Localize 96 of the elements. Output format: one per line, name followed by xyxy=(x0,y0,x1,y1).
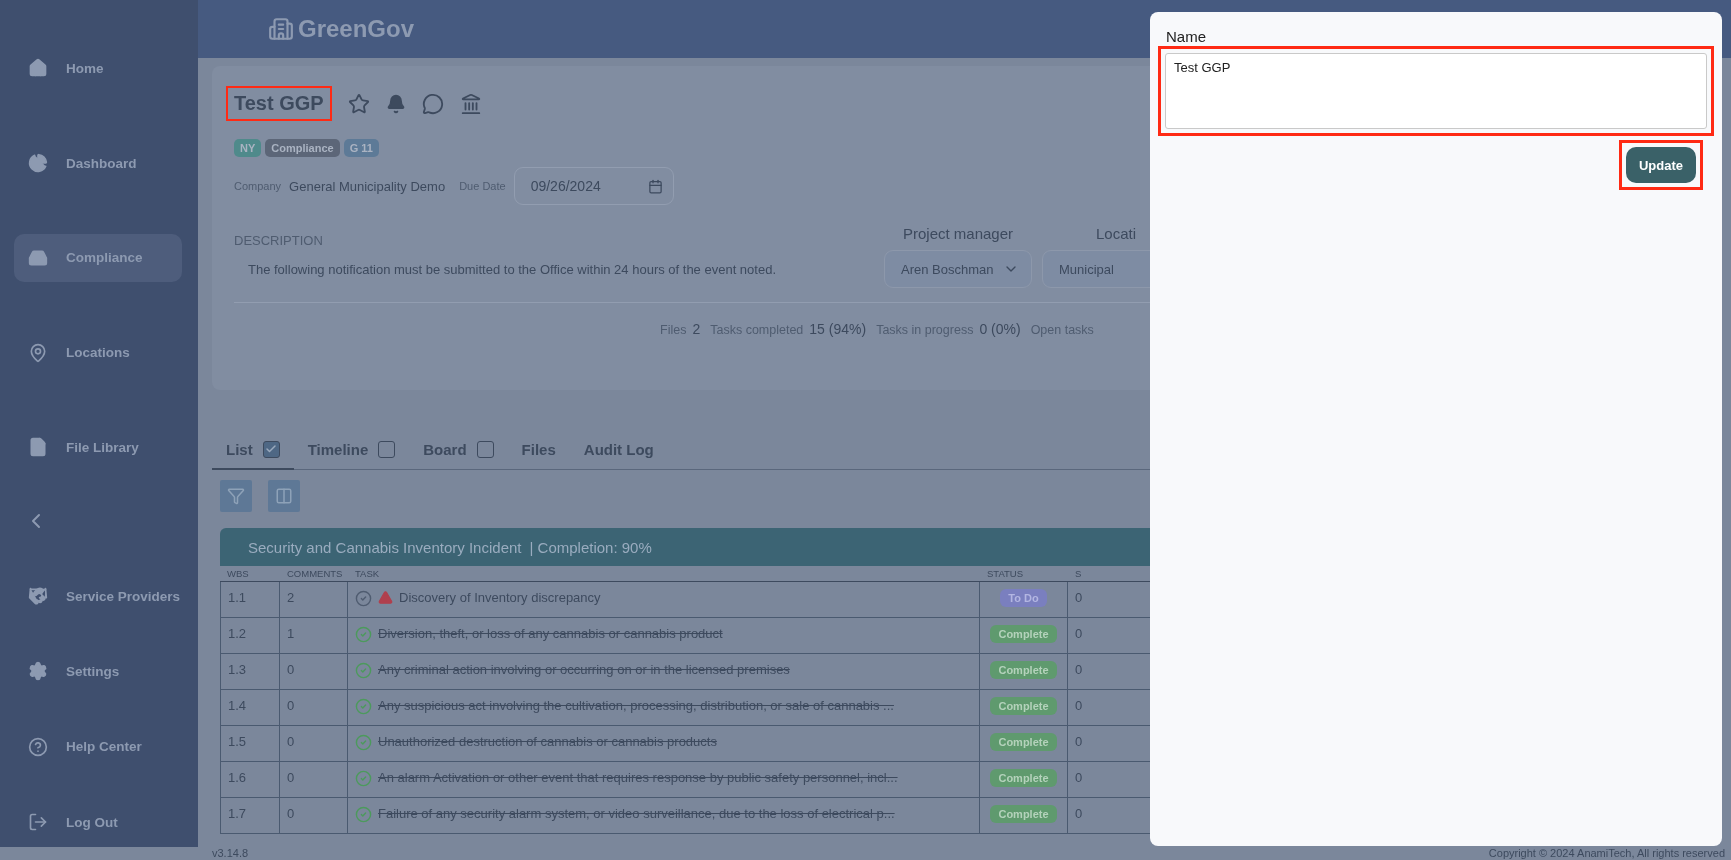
help-icon xyxy=(28,736,48,757)
table-cell: 1.4 xyxy=(220,690,280,725)
table-cell: 1.3 xyxy=(220,654,280,689)
task-text[interactable]: Diversion, theft, or loss of any cannabis or cannabis product xyxy=(378,626,723,641)
column-header: STATUS xyxy=(986,567,1025,581)
status-badge: Complete xyxy=(990,805,1057,823)
task-text[interactable]: Unauthorized destruction of cannabis or cannabis products xyxy=(378,734,717,749)
field-label: Name xyxy=(1166,30,1207,44)
settings-icon xyxy=(28,661,48,682)
star-icon[interactable] xyxy=(347,92,370,115)
date-field[interactable]: 09/26/2024 xyxy=(513,167,674,205)
pie-chart-icon xyxy=(28,153,48,174)
manager-select[interactable]: Aren Boschman xyxy=(884,250,1032,288)
table-cell: 0 xyxy=(280,654,348,689)
location-select[interactable]: Municipal xyxy=(1042,250,1150,288)
filter-icon xyxy=(227,487,245,505)
filter-button[interactable] xyxy=(220,480,252,512)
checkbox[interactable] xyxy=(378,440,396,458)
field-label: Locati xyxy=(1096,225,1136,242)
check-circle-icon[interactable] xyxy=(355,590,372,607)
version-text: v3.14.8 xyxy=(212,847,249,860)
map-pin-icon xyxy=(28,342,48,363)
status-badge: To Do xyxy=(1000,589,1047,607)
table-cell: 1.7 xyxy=(220,798,280,833)
logo-text: GreenGov xyxy=(298,15,415,43)
check-circle-icon[interactable] xyxy=(355,626,372,643)
check-icon xyxy=(265,443,278,455)
table-cell: 2 xyxy=(280,582,348,617)
sidebar-item[interactable]: Home xyxy=(14,44,182,93)
table-cell: 1.1 xyxy=(220,582,280,617)
checkbox[interactable] xyxy=(476,440,494,458)
table-cell: 0 xyxy=(280,798,348,833)
check-circle-icon[interactable] xyxy=(355,770,372,787)
column-header: COMMENTS xyxy=(286,567,344,581)
company-name: General Municipality Demo xyxy=(289,178,446,194)
column-header: WBS xyxy=(226,567,250,581)
columns-button[interactable] xyxy=(268,480,300,512)
bell-icon[interactable] xyxy=(385,93,406,114)
update-button[interactable]: Update xyxy=(1626,147,1696,183)
sidebar-item[interactable]: Dashboard xyxy=(14,139,182,188)
sidebar-item[interactable]: Log Out xyxy=(14,798,182,847)
sidebar-item[interactable]: File Library xyxy=(14,423,182,472)
view-tab[interactable]: List xyxy=(212,430,294,470)
stat-value: 15 (94%) xyxy=(809,321,867,337)
column-header: TASK xyxy=(354,567,381,581)
chat-icon[interactable] xyxy=(421,92,444,115)
sidebar-item[interactable]: Service Providers xyxy=(14,572,182,621)
table-cell: 1.5 xyxy=(220,726,280,761)
table-cell: 1.6 xyxy=(220,762,280,797)
completion-text: | Completion: 90% xyxy=(529,538,652,556)
stat-value: 0 (0%) xyxy=(979,321,1021,337)
file-icon xyxy=(28,437,48,458)
view-tab[interactable]: Files xyxy=(507,430,570,470)
task-text[interactable]: Any suspicious act involving the cultivation, processing, distribution, or sale of cannabis ... xyxy=(378,698,894,713)
sidebar-item[interactable]: Help Center xyxy=(14,722,182,771)
status-badge: Complete xyxy=(990,661,1057,679)
sidebar-item[interactable]: Settings xyxy=(14,647,182,696)
check-circle-icon[interactable] xyxy=(355,734,372,751)
table-cell: 0 xyxy=(280,762,348,797)
group-title: Security and Cannabis Inventory Incident xyxy=(248,538,522,556)
task-text[interactable]: Failure of any security alarm system, or video surveillance, due to the loss of electrical p... xyxy=(378,806,895,821)
check-circle-icon[interactable] xyxy=(355,806,372,823)
sidebar-item[interactable]: Locations xyxy=(14,328,182,377)
sidebar-item[interactable]: Compliance xyxy=(14,233,182,282)
status-badge: Complete xyxy=(990,769,1057,787)
copyright-text: Copyright © 2024 AnamiTech, All rights reserved xyxy=(1488,847,1725,860)
building-icon xyxy=(268,16,294,42)
project-title: Test GGP xyxy=(226,86,332,121)
checkbox[interactable] xyxy=(262,440,280,458)
table-cell: 1.2 xyxy=(220,618,280,653)
view-tab[interactable]: Board xyxy=(409,430,508,470)
task-text[interactable]: Discovery of Inventory discrepancy xyxy=(399,590,601,605)
bank-icon[interactable] xyxy=(459,92,482,115)
table-cell: 1 xyxy=(280,618,348,653)
tag: Compliance xyxy=(265,139,340,157)
check-circle-icon[interactable] xyxy=(355,662,372,679)
view-tab[interactable]: Audit Log xyxy=(569,430,668,470)
name-field[interactable]: Test GGP xyxy=(1165,53,1707,129)
logout-icon xyxy=(28,812,48,833)
task-text[interactable]: Any criminal action involving or occurring on or in the licensed premises xyxy=(378,662,790,677)
tag: G 11 xyxy=(343,139,379,157)
table-cell: 0 xyxy=(280,726,348,761)
tag: NY xyxy=(234,139,262,157)
columns-icon xyxy=(275,487,293,505)
view-tab[interactable]: Timeline xyxy=(293,430,410,470)
status-badge: Complete xyxy=(990,625,1057,643)
description-text: The following notification must be submitted to the Office within 24 hours of the event noted. xyxy=(248,262,777,277)
status-badge: Complete xyxy=(990,697,1057,715)
field-label: Project manager xyxy=(902,225,1014,242)
table-cell: 0 xyxy=(280,690,348,725)
status-badge: Complete xyxy=(990,733,1057,751)
task-text[interactable]: An alarm Activation or other event that requires response by public safety personnel, incl... xyxy=(378,770,898,785)
check-circle-icon[interactable] xyxy=(355,698,372,715)
stat-value: 2 xyxy=(692,321,701,337)
calendar-icon xyxy=(647,178,663,194)
home-icon xyxy=(28,58,48,79)
